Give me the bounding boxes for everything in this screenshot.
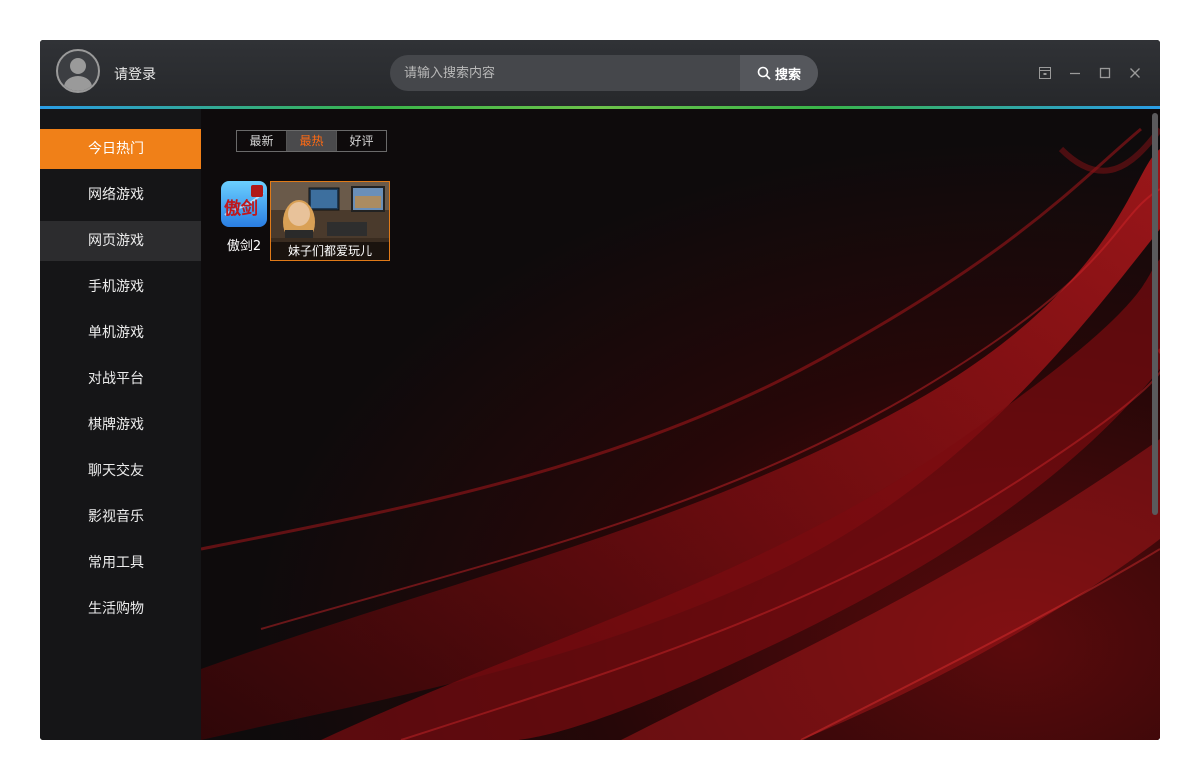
search-icon xyxy=(757,66,771,80)
maximize-icon xyxy=(1099,67,1111,79)
maximize-button[interactable] xyxy=(1090,62,1120,84)
sidebar-item-today-hot[interactable]: 今日热门 xyxy=(40,129,201,169)
window-controls xyxy=(1030,62,1150,84)
sidebar-item-life-shopping[interactable]: 生活购物 xyxy=(40,589,201,629)
category-sidebar: 今日热门 网络游戏 网页游戏 手机游戏 单机游戏 对战平台 棋牌游戏 聊天交友 … xyxy=(40,109,201,740)
search-input[interactable] xyxy=(390,55,740,91)
close-icon xyxy=(1130,68,1140,78)
minimize-button[interactable] xyxy=(1060,62,1090,84)
promo-banner[interactable]: 妹子们都爱玩儿 xyxy=(270,181,390,261)
login-link[interactable]: 请登录 xyxy=(114,64,156,84)
sidebar-item-single-player-games[interactable]: 单机游戏 xyxy=(40,313,201,353)
content-area: 最新 最热 好评 傲剑 傲剑2 妹子们都爱玩儿 xyxy=(201,109,1160,740)
tab-newest[interactable]: 最新 xyxy=(237,131,286,151)
promo-caption: 妹子们都爱玩儿 xyxy=(271,242,389,260)
close-button[interactable] xyxy=(1120,62,1150,84)
tab-top-rated[interactable]: 好评 xyxy=(336,131,386,151)
skin-button[interactable] xyxy=(1030,62,1060,84)
app-name: 傲剑2 xyxy=(226,239,262,254)
app-window: 请登录 搜索 xyxy=(40,40,1160,740)
sort-filter-tabs: 最新 最热 好评 xyxy=(236,130,387,152)
minimize-icon xyxy=(1070,72,1080,75)
sidebar-item-video-music[interactable]: 影视音乐 xyxy=(40,497,201,537)
sidebar-item-online-games[interactable]: 网络游戏 xyxy=(40,175,201,215)
aojian2-app-icon: 傲剑 xyxy=(221,181,267,227)
tab-hottest[interactable]: 最热 xyxy=(286,131,336,151)
user-silhouette-icon xyxy=(64,58,92,91)
sidebar-item-chat-friends[interactable]: 聊天交友 xyxy=(40,451,201,491)
skin-icon xyxy=(1039,67,1051,79)
avatar[interactable] xyxy=(56,49,100,93)
app-tile-aojian2[interactable]: 傲剑 傲剑2 xyxy=(219,181,269,261)
sidebar-item-battle-platform[interactable]: 对战平台 xyxy=(40,359,201,399)
search-button[interactable]: 搜索 xyxy=(740,55,818,91)
search-box: 搜索 xyxy=(390,55,818,91)
search-button-label: 搜索 xyxy=(774,67,801,83)
sidebar-item-card-games[interactable]: 棋牌游戏 xyxy=(40,405,201,445)
sidebar-item-web-games[interactable]: 网页游戏 xyxy=(40,221,201,261)
aojian-logo-text: 傲剑 xyxy=(224,199,258,219)
title-bar: 请登录 搜索 xyxy=(40,40,1160,106)
sidebar-item-common-tools[interactable]: 常用工具 xyxy=(40,543,201,583)
sidebar-item-mobile-games[interactable]: 手机游戏 xyxy=(40,267,201,307)
scrollbar[interactable] xyxy=(1152,113,1158,515)
